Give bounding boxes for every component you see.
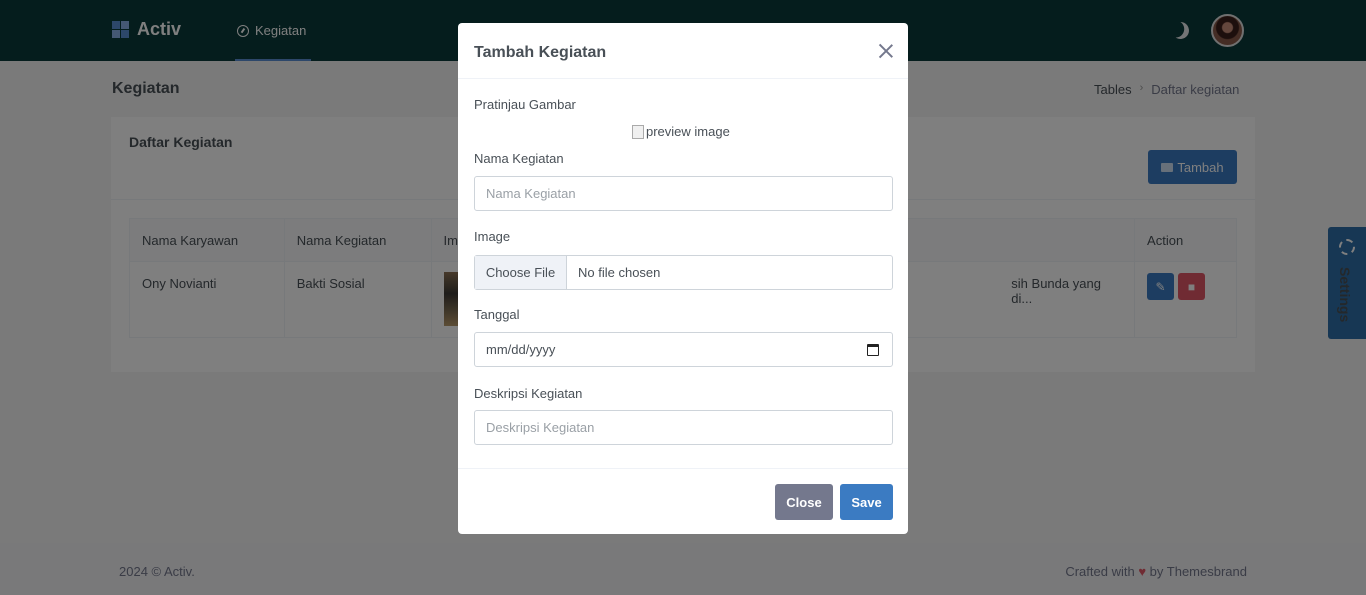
file-status: No file chosen (578, 265, 661, 280)
close-icon[interactable] (877, 42, 895, 60)
deskripsi-label: Deskripsi Kegiatan (474, 386, 583, 401)
tambah-kegiatan-modal: Tambah Kegiatan Pratinjau Gambar preview… (458, 23, 908, 534)
image-file-input[interactable]: Choose File No file chosen (474, 255, 893, 290)
modal-header: Tambah Kegiatan (458, 23, 908, 79)
modal-footer: Close Save (458, 468, 908, 534)
choose-file-button[interactable]: Choose File (475, 256, 567, 289)
close-button[interactable]: Close (775, 484, 833, 520)
tanggal-date-input[interactable]: mm/dd/yyyy (474, 332, 893, 367)
image-label: Image (474, 229, 511, 244)
image-preview: preview image (632, 124, 730, 139)
broken-image-icon (632, 124, 644, 139)
save-button[interactable]: Save (840, 484, 893, 520)
calendar-icon[interactable] (867, 344, 879, 356)
nama-kegiatan-input[interactable] (474, 176, 893, 211)
deskripsi-kegiatan-input[interactable] (474, 410, 893, 445)
tanggal-label: Tanggal (474, 307, 520, 322)
modal-title: Tambah Kegiatan (474, 44, 607, 61)
nama-kegiatan-label: Nama Kegiatan (474, 151, 564, 166)
date-value: mm/dd/yyyy (486, 342, 556, 357)
image-preview-alt: preview image (646, 124, 730, 139)
preview-label: Pratinjau Gambar (474, 97, 576, 112)
